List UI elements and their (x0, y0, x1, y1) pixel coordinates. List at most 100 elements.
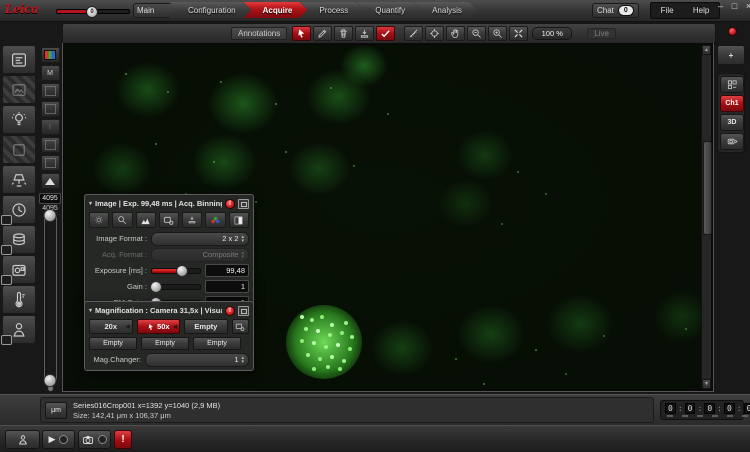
magnification-panel-header[interactable]: ▾ Magnification : Camera 31,5x | Visual … (89, 305, 249, 316)
flatten-button[interactable] (182, 212, 202, 228)
intensity-range-slider[interactable] (44, 213, 57, 383)
viewport-scrollbar[interactable]: ▲ ▼ (701, 45, 711, 389)
timer-checkbox[interactable] (1, 215, 12, 225)
exposure-slider-knob[interactable] (176, 265, 188, 277)
apply-annotations-button[interactable] (376, 26, 395, 41)
annotations-label[interactable]: Annotations (231, 27, 287, 40)
magnification-50x-button[interactable]: 50x ◀ (137, 319, 181, 334)
undock-panel-icon[interactable] (238, 199, 249, 209)
display-tool-2-button[interactable] (41, 101, 60, 117)
capture-button[interactable] (78, 430, 111, 449)
objective-settings-button[interactable] (232, 319, 249, 334)
spinner-icon[interactable]: ▴▾ (241, 356, 244, 364)
range-slider-lower-knob[interactable] (44, 374, 57, 387)
center-tool-button[interactable] (425, 26, 444, 41)
magnify-settings-button[interactable] (112, 212, 132, 228)
gain-slider[interactable] (151, 284, 201, 290)
exposure-slider[interactable] (151, 268, 201, 274)
collapse-icon[interactable]: ▾ (89, 200, 92, 207)
help-menu[interactable]: Help (691, 6, 711, 15)
gain-value[interactable]: 1 (205, 280, 249, 293)
add-view-button[interactable]: + (717, 45, 745, 65)
user-button[interactable] (5, 430, 40, 449)
range-slider-upper-knob[interactable] (44, 209, 57, 222)
view-3d-label: 3D (728, 119, 737, 126)
delete-annotation-button[interactable] (334, 26, 353, 41)
display-tool-1-button[interactable] (41, 83, 60, 99)
gain-slider-knob[interactable] (150, 281, 162, 293)
file-menu[interactable]: File (659, 6, 676, 15)
view-3d-button[interactable]: 3D (720, 114, 744, 131)
spinner-icon[interactable]: ▴▾ (241, 235, 244, 243)
counter-ticks (667, 415, 748, 417)
unit-um-button[interactable]: μm (45, 402, 67, 419)
annotation-arrow-tool-button[interactable] (292, 26, 311, 41)
undock-panel-icon[interactable] (238, 306, 249, 316)
magnification-empty-2-button[interactable]: Empty (89, 337, 137, 350)
display-tool-5-button[interactable] (41, 155, 60, 171)
tab-acquire[interactable]: Acquire (244, 2, 308, 18)
intensity-slider[interactable]: 0 (56, 9, 130, 14)
collapse-icon[interactable]: ▾ (89, 307, 92, 314)
tab-configuration[interactable]: Configuration (169, 2, 251, 18)
user-load-button[interactable] (2, 315, 36, 344)
pan-tool-button[interactable] (446, 26, 465, 41)
magnification-empty-1-button[interactable]: Empty (184, 319, 228, 334)
image-options-button[interactable] (159, 212, 179, 228)
minimize-button[interactable]: – (716, 1, 725, 11)
scroll-up-arrow[interactable]: ▲ (702, 45, 711, 55)
intensity-slider-knob[interactable]: 0 (86, 6, 98, 18)
histogram-button[interactable] (41, 173, 60, 189)
timer-button[interactable] (2, 195, 36, 224)
close-button[interactable]: × (744, 1, 750, 11)
channel-1-button[interactable]: Ch1 (720, 95, 744, 112)
contrast-button[interactable] (229, 212, 249, 228)
z-stack-button[interactable] (2, 225, 36, 254)
camera-settings-button[interactable] (89, 212, 109, 228)
spinner-down-icon[interactable]: ▾ (241, 239, 244, 243)
tab-quantify[interactable]: Quantify (356, 2, 420, 18)
smart-assistant-button[interactable] (2, 105, 36, 134)
image-format-select[interactable]: 2 x 2 ▴▾ (151, 232, 249, 246)
temperature-button[interactable] (2, 285, 36, 314)
magnification-empty-3-button[interactable]: Empty (141, 337, 189, 350)
exposure-value[interactable]: 99,48 (205, 264, 249, 277)
tab-analysis[interactable]: Analysis (413, 2, 477, 18)
display-tool-4-button[interactable] (41, 137, 60, 153)
zoom-out-button[interactable] (467, 26, 486, 41)
bottom-control-bar: ▶ ! (0, 425, 750, 452)
stop-alert-button[interactable]: ! (114, 430, 132, 449)
snapshot-export-button[interactable] (720, 133, 744, 150)
zoom-in-button[interactable] (488, 26, 507, 41)
flatten-annotations-button[interactable] (355, 26, 374, 41)
tab-process[interactable]: Process (300, 2, 363, 18)
chat-button[interactable]: Chat 0 (592, 3, 639, 18)
mag-changer-select[interactable]: 1 ▴▾ (145, 353, 249, 367)
stage-button[interactable] (2, 255, 36, 284)
tile-view-button[interactable] (720, 76, 744, 93)
binning-mode-button[interactable]: M (41, 65, 60, 81)
magnification-20x-button[interactable]: 20x ◀ (89, 319, 133, 334)
annotation-draw-tool-button[interactable] (313, 26, 332, 41)
histogram-view-button[interactable] (136, 212, 156, 228)
stage-checkbox[interactable] (1, 275, 12, 285)
menu-bar: File Help (650, 2, 720, 19)
scroll-down-arrow[interactable]: ▼ (702, 379, 711, 389)
maximize-button[interactable]: □ (730, 1, 739, 11)
live-play-button[interactable]: ▶ (42, 430, 75, 449)
measure-tool-button[interactable] (404, 26, 423, 41)
scrollbar-thumb[interactable] (703, 141, 712, 235)
channel-colors-button[interactable] (205, 212, 225, 228)
image-panel-header[interactable]: ▾ Image | Exp. 99,48 ms | Acq. Binning :… (89, 198, 249, 209)
user-load-checkbox[interactable] (1, 335, 12, 345)
magnification-empty-4-button[interactable]: Empty (193, 337, 241, 350)
lut-color-button[interactable] (41, 47, 60, 63)
illumination-button[interactable] (2, 165, 36, 194)
zoom-level-value[interactable]: 100 % (532, 27, 572, 40)
experiment-tree-button[interactable] (2, 45, 36, 74)
spinner-down-icon[interactable]: ▾ (241, 360, 244, 364)
display-tool-3-button[interactable]: I (41, 119, 60, 135)
image-panel-toolbar (89, 212, 249, 228)
z-stack-checkbox[interactable] (1, 245, 12, 255)
fit-to-screen-button[interactable] (509, 26, 528, 41)
